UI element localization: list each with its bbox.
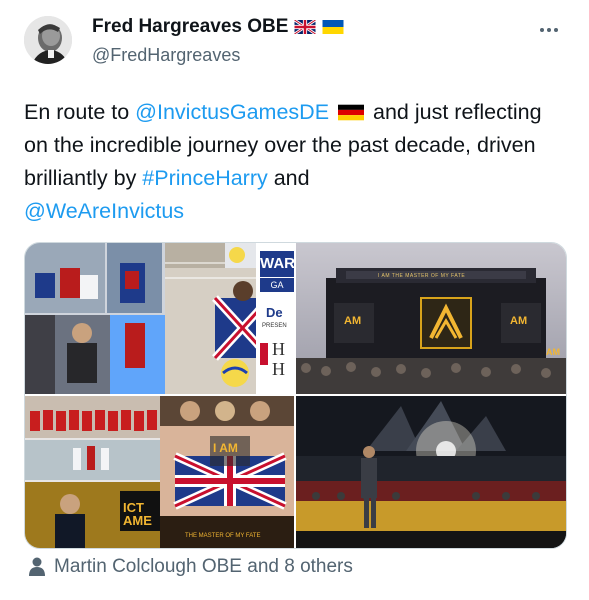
author-name-row: Fred Hargreaves OBE (92, 16, 344, 38)
avatar-photo (24, 16, 72, 64)
text-segment: and (267, 166, 310, 190)
am-right-label: AM (510, 315, 528, 327)
avatar[interactable] (24, 16, 72, 64)
media-photo-concert-stage[interactable]: I AM THE MASTER OF MY FATE AM AM AM (296, 243, 566, 394)
am-edge-label: AM (546, 347, 560, 357)
tattoo-am-label: I AM (213, 441, 238, 455)
media-grid[interactable]: WAR GA De PRESEN H H I AM THE MASTER OF … (24, 242, 567, 549)
more-options-icon[interactable] (540, 24, 564, 36)
media-photo-opera-house[interactable] (296, 396, 566, 548)
tagged-people-text: Martin Colclough OBE and 8 others (54, 556, 353, 577)
sports-collage-image (25, 243, 294, 394)
ukraine-flag-icon (322, 20, 344, 34)
opera-house-image (296, 396, 566, 548)
text-segment: En route to (24, 100, 136, 124)
letter-de: De (266, 305, 283, 320)
letter-h1: H (272, 339, 285, 359)
uk-flag-icon (294, 20, 317, 34)
flag-strip (260, 343, 268, 365)
letter-h2: H (272, 359, 285, 379)
banner-text: WAR (260, 251, 294, 277)
am-left-label: AM (344, 315, 362, 327)
author-handle[interactable]: @FredHargreaves (92, 45, 240, 66)
display-name[interactable]: Fred Hargreaves OBE (92, 16, 288, 38)
ame-label: AME (123, 513, 152, 528)
tweet-text: En route to @InvictusGamesDE and just re… (24, 96, 544, 228)
germany-flag-icon (338, 104, 365, 121)
mention-link[interactable]: @WeAreInvictus (24, 199, 184, 223)
tagged-people[interactable]: Martin Colclough OBE and 8 others (28, 556, 353, 578)
mention-link[interactable]: @InvictusGamesDE (135, 100, 329, 124)
media-photo-banner[interactable]: WAR GA De PRESEN H H (256, 243, 294, 394)
concert-banner: I AM THE MASTER OF MY FATE (378, 273, 466, 279)
team-collage-image (25, 396, 294, 548)
media-photo-collage-team[interactable]: ICT AME I AM THE MASTER OF MY FATE (25, 396, 294, 548)
letter-present: PRESEN (262, 323, 287, 329)
media-photo-collage-sports[interactable] (25, 243, 294, 394)
banner-sub: GA (260, 278, 294, 292)
bottom-caption: THE MASTER OF MY FATE (185, 533, 261, 539)
hashtag-link[interactable]: #PrinceHarry (142, 166, 267, 190)
person-icon (29, 557, 45, 576)
